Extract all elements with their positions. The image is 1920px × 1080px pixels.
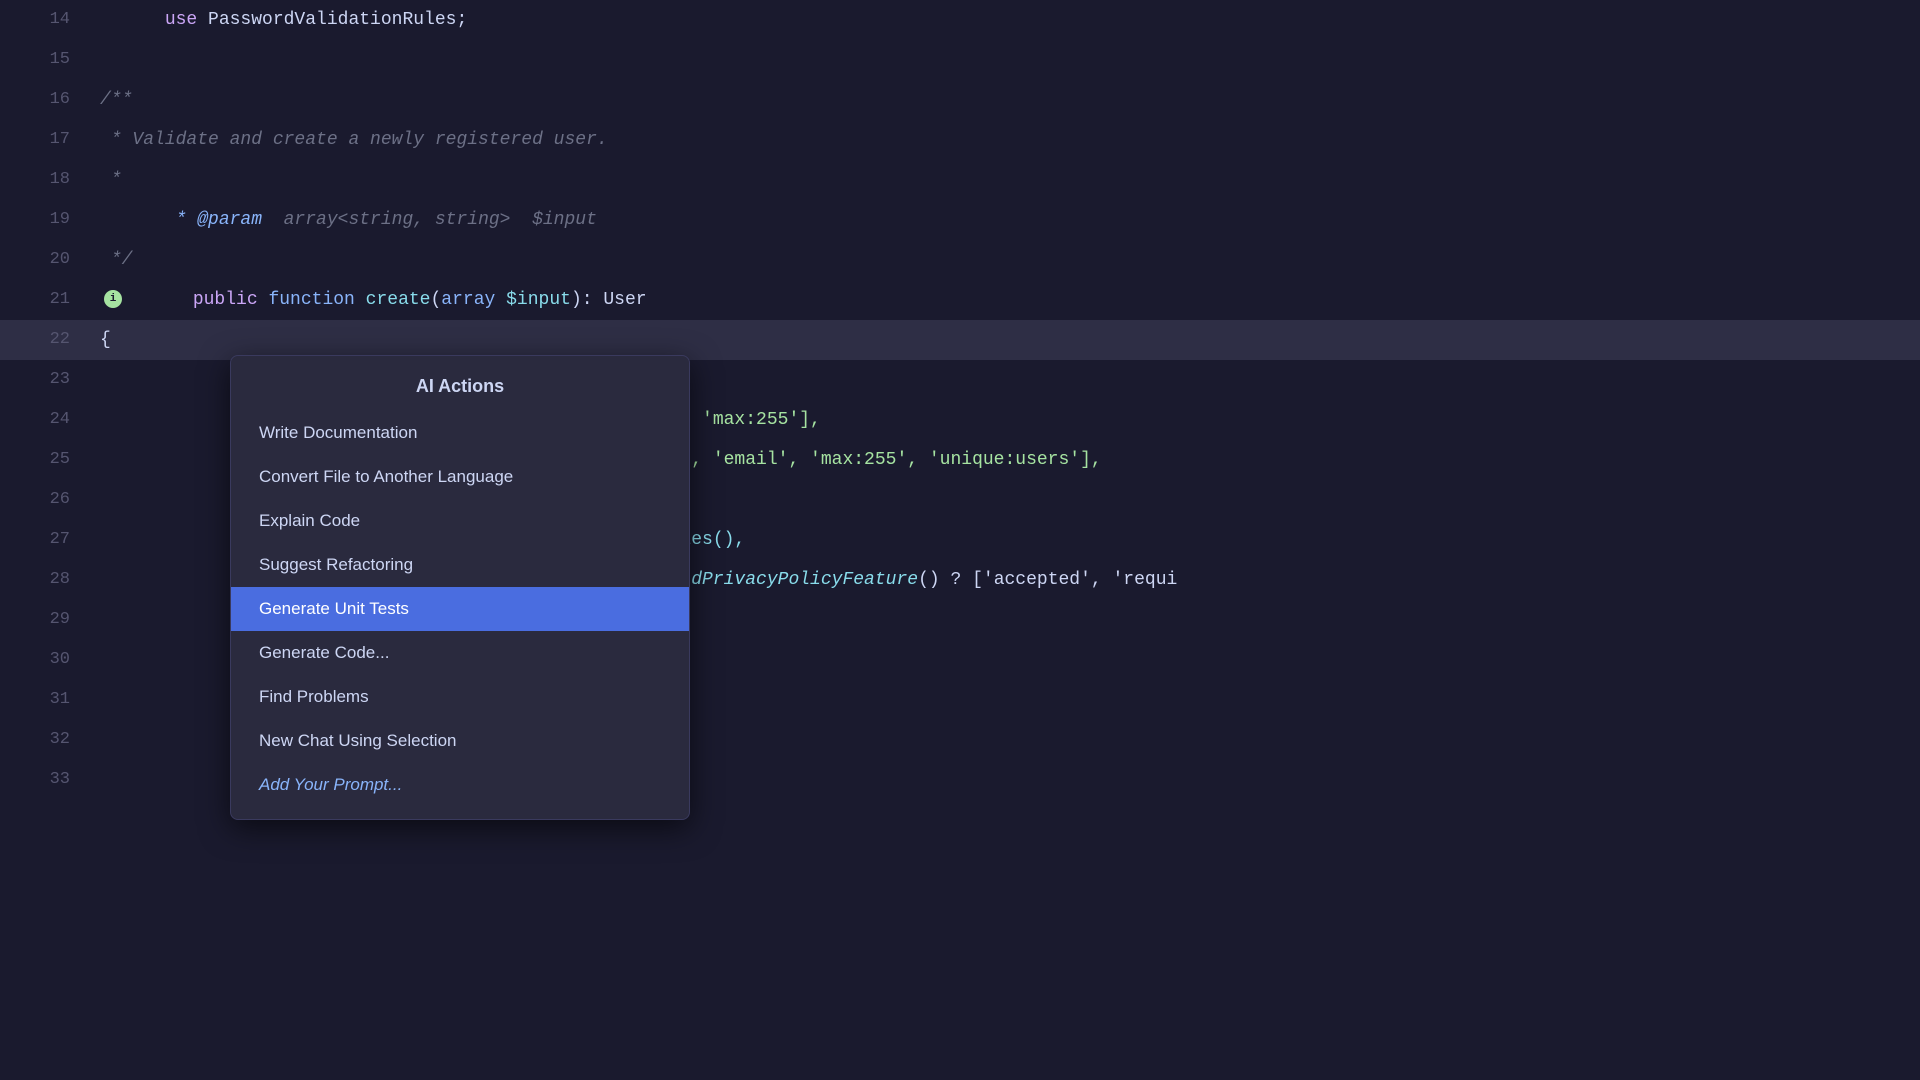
line-number-14: 14 [20,0,70,40]
code-line-19: 19 * @param array<string, string> $input [0,200,1920,240]
menu-item-write-documentation[interactable]: Write Documentation [231,411,689,455]
line-content-16: /** [100,80,132,120]
menu-item-new-chat-label: New Chat Using Selection [259,731,456,751]
line-number-31: 31 [20,680,70,720]
line-number-25: 25 [20,440,70,480]
menu-item-add-prompt-label: Add Your Prompt... [259,775,402,795]
context-menu-title: AI Actions [231,368,689,411]
code-line-21: 21 i public function create(array $input… [0,280,1920,320]
code-line-14: 14 use PasswordValidationRules; [0,0,1920,40]
line-number-28: 28 [20,560,70,600]
menu-item-find-problems[interactable]: Find Problems [231,675,689,719]
line-number-21: 21 [20,280,70,320]
menu-item-suggest-refactoring-label: Suggest Refactoring [259,555,413,575]
line-content-14: use PasswordValidationRules; [100,0,467,80]
line-number-17: 17 [20,120,70,160]
menu-item-find-problems-label: Find Problems [259,687,369,707]
context-menu: AI Actions Write Documentation Convert F… [230,355,690,820]
menu-item-new-chat[interactable]: New Chat Using Selection [231,719,689,763]
menu-item-explain-code[interactable]: Explain Code [231,499,689,543]
line-number-22: 22 [20,320,70,360]
menu-item-convert-file[interactable]: Convert File to Another Language [231,455,689,499]
gutter-icon-21: i [104,290,122,308]
line-number-29: 29 [20,600,70,640]
line-number-33: 33 [20,760,70,800]
menu-item-generate-code[interactable]: Generate Code... [231,631,689,675]
line-number-15: 15 [20,40,70,80]
line-number-32: 32 [20,720,70,760]
menu-item-explain-code-label: Explain Code [259,511,360,531]
line-number-23: 23 [20,360,70,400]
line-number-24: 24 [20,400,70,440]
menu-item-generate-unit-tests[interactable]: Generate Unit Tests [231,587,689,631]
menu-item-convert-file-label: Convert File to Another Language [259,467,513,487]
line-number-19: 19 [20,200,70,240]
line-number-27: 27 [20,520,70,560]
line-content-21: public function create(array $input): Us… [128,240,647,360]
menu-item-generate-code-label: Generate Code... [259,643,389,663]
menu-item-generate-unit-tests-label: Generate Unit Tests [259,599,409,619]
line-number-20: 20 [20,240,70,280]
line-number-30: 30 [20,640,70,680]
menu-item-suggest-refactoring[interactable]: Suggest Refactoring [231,543,689,587]
code-line-17: 17 * Validate and create a newly registe… [0,120,1920,160]
menu-item-write-documentation-label: Write Documentation [259,423,417,443]
code-line-16: 16 /** [0,80,1920,120]
line-content-22: { [100,320,111,360]
line-number-18: 18 [20,160,70,200]
line-number-16: 16 [20,80,70,120]
line-number-26: 26 [20,480,70,520]
line-content-17: * Validate and create a newly registered… [100,120,608,160]
menu-item-add-prompt[interactable]: Add Your Prompt... [231,763,689,807]
code-editor: 14 use PasswordValidationRules; 15 16 /*… [0,0,1920,1080]
